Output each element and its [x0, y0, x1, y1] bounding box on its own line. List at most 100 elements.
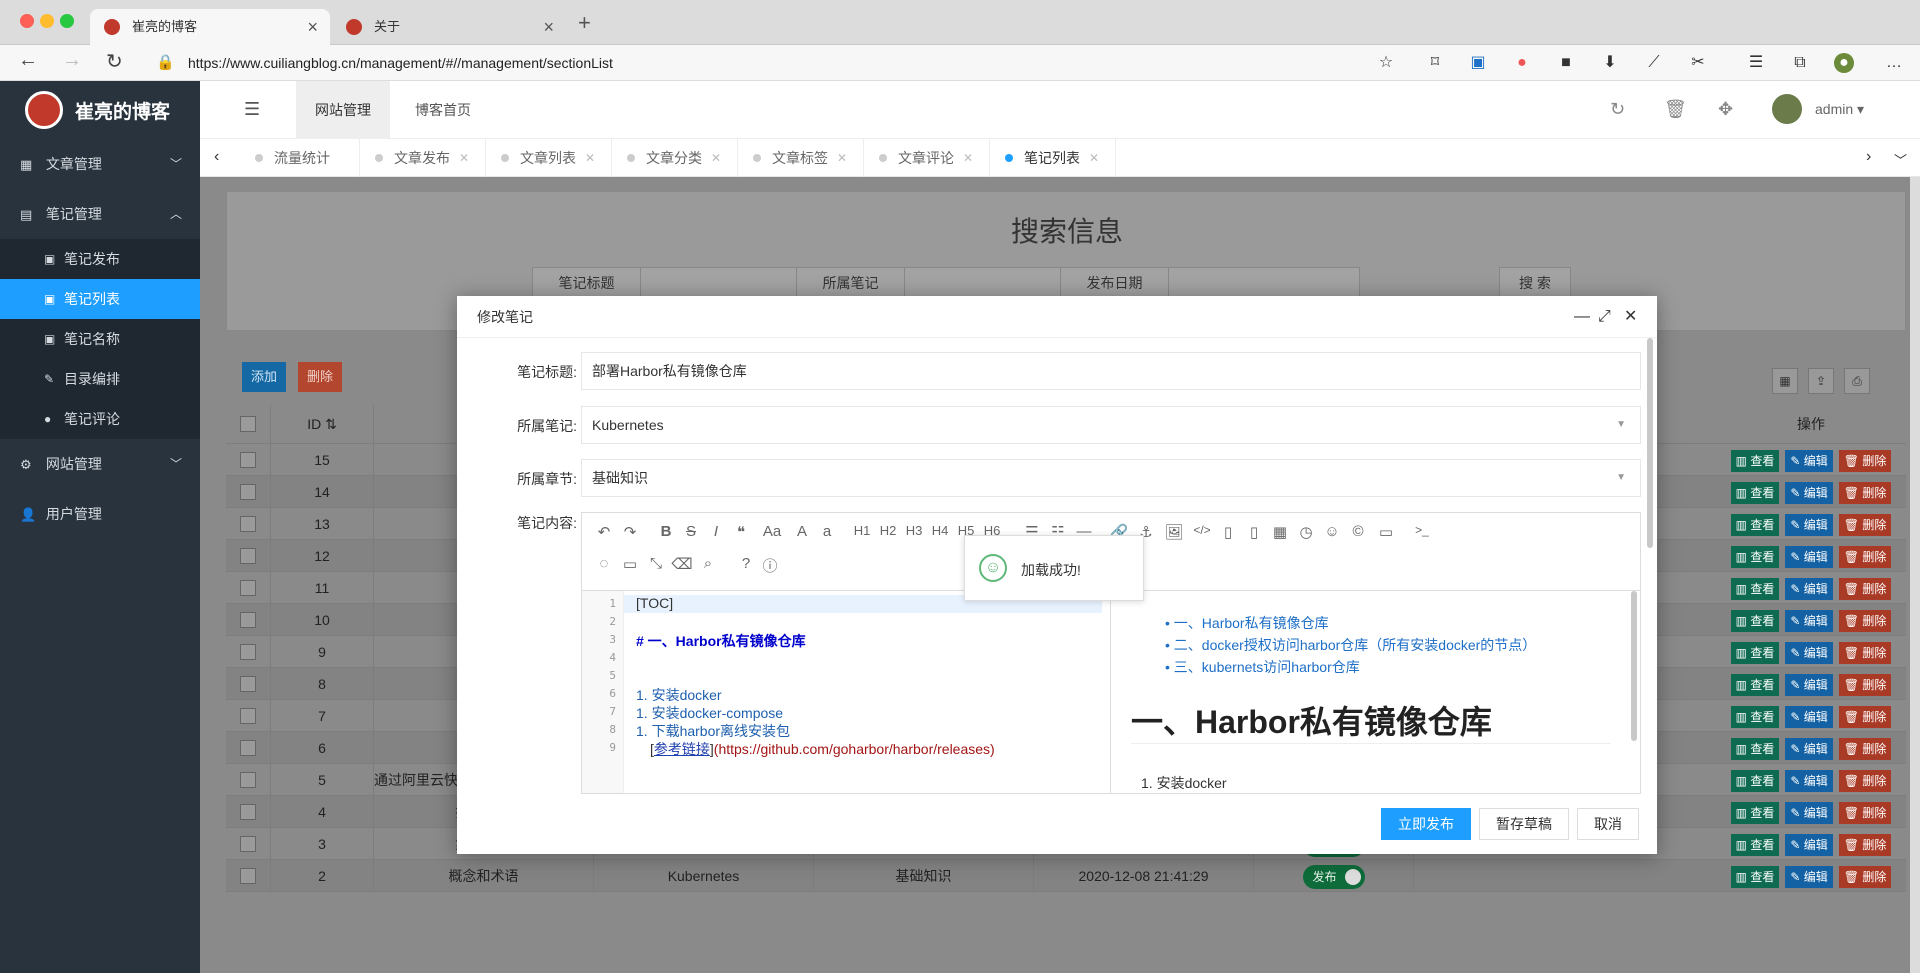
search-field-date[interactable]: 发布日期	[1060, 267, 1360, 299]
sidebar-item-note-name[interactable]: ▣ 笔记名称	[0, 319, 200, 359]
user-name[interactable]: admin ▾	[1815, 101, 1864, 118]
sidebar-item-note-comments[interactable]: ● 笔记评论	[0, 399, 200, 439]
save-draft-button[interactable]: 暂存草稿	[1479, 808, 1569, 840]
close-icon[interactable]: ✕	[585, 139, 595, 177]
chevron-down-icon[interactable]: ﹀	[1894, 150, 1907, 169]
terminal-icon[interactable]: >_	[1410, 523, 1434, 537]
code-icon[interactable]: </>	[1190, 523, 1214, 537]
row-checkbox[interactable]	[240, 708, 256, 724]
edit-button[interactable]: ✎ 编辑	[1785, 482, 1833, 505]
sidebar-item-articles[interactable]: ▦ 文章管理 ﹀	[0, 139, 200, 189]
sidebar-item-users[interactable]: 👤 用户管理	[0, 489, 200, 539]
star-icon[interactable]: ☆	[1376, 53, 1396, 73]
sidebar-item-catalog[interactable]: ✎ 目录编排	[0, 359, 200, 399]
delete-row-button[interactable]: 🗑 删除	[1838, 546, 1892, 569]
view-button[interactable]: ▥ 查看	[1730, 610, 1780, 633]
search-field-note[interactable]: 所属笔记	[796, 267, 1096, 299]
extension-icon[interactable]: ■	[1556, 53, 1576, 73]
maximize-window-button[interactable]	[60, 14, 74, 28]
header-tab-home[interactable]: 博客首页	[396, 81, 490, 139]
delete-row-button[interactable]: 🗑 删除	[1838, 802, 1892, 825]
close-icon[interactable]: ✕	[837, 139, 847, 177]
delete-row-button[interactable]: 🗑 删除	[1838, 482, 1892, 505]
tab-article-comments[interactable]: 文章评论 ✕	[864, 139, 990, 177]
undo-icon[interactable]: ↶	[592, 523, 616, 541]
refresh-icon[interactable]: ↻	[1610, 99, 1625, 120]
row-checkbox[interactable]	[240, 580, 256, 596]
avatar[interactable]	[1772, 94, 1802, 124]
h4-icon[interactable]: H4	[928, 523, 952, 538]
tab-article-publish[interactable]: 文章发布 ✕	[360, 139, 486, 177]
close-icon[interactable]: ✕	[963, 139, 973, 177]
forward-icon[interactable]: →	[62, 49, 82, 72]
close-tab-icon[interactable]: ×	[543, 9, 554, 45]
search-field-title[interactable]: 笔记标题	[532, 267, 832, 299]
minimize-icon[interactable]: —	[1574, 296, 1590, 338]
edit-button[interactable]: ✎ 编辑	[1785, 514, 1833, 537]
row-checkbox[interactable]	[240, 612, 256, 628]
delete-row-button[interactable]: 🗑 删除	[1838, 514, 1892, 537]
favorites-icon[interactable]: ☰	[1746, 53, 1766, 73]
maximize-icon[interactable]: ⤢	[1598, 296, 1611, 338]
watch-icon[interactable]: ◌	[592, 555, 616, 572]
edit-button[interactable]: ✎ 编辑	[1785, 450, 1833, 473]
tab-traffic-stats[interactable]: 流量统计	[240, 139, 360, 177]
extension-icon[interactable]: ▣	[1468, 53, 1488, 73]
delete-row-button[interactable]: 🗑 删除	[1838, 738, 1892, 761]
edit-button[interactable]: ✎ 编辑	[1785, 802, 1833, 825]
delete-row-button[interactable]: 🗑 删除	[1838, 642, 1892, 665]
search-button[interactable]: 搜 索	[1499, 267, 1571, 299]
tab-article-list[interactable]: 文章列表 ✕	[486, 139, 612, 177]
edit-button[interactable]: ✎ 编辑	[1785, 770, 1833, 793]
clear-icon[interactable]: ⌫	[670, 555, 694, 573]
edit-button[interactable]: ✎ 编辑	[1785, 866, 1833, 889]
minimize-window-button[interactable]	[40, 14, 54, 28]
close-tab-icon[interactable]: ×	[307, 9, 318, 45]
chevron-left-icon[interactable]: ‹	[214, 148, 219, 166]
h2-icon[interactable]: H2	[876, 523, 900, 538]
edit-button[interactable]: ✎ 编辑	[1785, 706, 1833, 729]
edit-button[interactable]: ✎ 编辑	[1785, 738, 1833, 761]
delete-row-button[interactable]: 🗑 删除	[1838, 450, 1892, 473]
sidebar-item-note-publish[interactable]: ▣ 笔记发布	[0, 239, 200, 279]
print-icon[interactable]: ⎙	[1844, 368, 1870, 394]
code-block-icon[interactable]: ▯	[1216, 523, 1240, 541]
view-button[interactable]: ▥ 查看	[1730, 770, 1780, 793]
strikethrough-icon[interactable]: S	[679, 523, 703, 540]
edit-button[interactable]: ✎ 编辑	[1785, 834, 1833, 857]
bold-icon[interactable]: B	[654, 523, 678, 540]
delete-button[interactable]: 删除	[298, 362, 342, 392]
reload-icon[interactable]: ↻	[106, 49, 123, 74]
delete-row-button[interactable]: 🗑 删除	[1838, 866, 1892, 889]
note-title-input[interactable]: 部署Harbor私有镜像仓库	[581, 352, 1641, 390]
delete-row-button[interactable]: 🗑 删除	[1838, 770, 1892, 793]
select-all-checkbox[interactable]	[240, 416, 256, 432]
row-checkbox[interactable]	[240, 452, 256, 468]
sidebar-item-site[interactable]: ⚙ 网站管理 ﹀	[0, 439, 200, 489]
close-icon[interactable]: ✕	[1624, 296, 1637, 338]
table-icon[interactable]: ▦	[1268, 523, 1292, 541]
header-tab-site[interactable]: 网站管理	[296, 81, 390, 139]
scissors-icon[interactable]: ✂	[1688, 53, 1708, 73]
preview-scrollbar[interactable]	[1631, 591, 1637, 741]
browser-tab-about[interactable]: 关于 ×	[332, 9, 566, 45]
trash-icon[interactable]: 🗑	[1664, 99, 1687, 120]
search-icon[interactable]: ⌕	[696, 555, 720, 572]
edit-button[interactable]: ✎ 编辑	[1785, 578, 1833, 601]
row-checkbox[interactable]	[240, 772, 256, 788]
chevron-right-icon[interactable]: ›	[1866, 148, 1871, 166]
row-checkbox[interactable]	[240, 644, 256, 660]
edit-button[interactable]: ✎ 编辑	[1785, 610, 1833, 633]
view-button[interactable]: ▥ 查看	[1730, 706, 1780, 729]
note-select[interactable]: Kubernetes ▼	[581, 406, 1641, 444]
extension-icon[interactable]: ⟋	[1644, 53, 1664, 73]
download-icon[interactable]: ⬇	[1600, 53, 1620, 73]
view-button[interactable]: ▥ 查看	[1730, 802, 1780, 825]
row-checkbox[interactable]	[240, 516, 256, 532]
close-icon[interactable]: ✕	[1089, 139, 1099, 177]
page-scrollbar[interactable]	[1910, 177, 1920, 973]
extension-icon[interactable]: ●	[1512, 53, 1532, 73]
row-checkbox[interactable]	[240, 804, 256, 820]
close-icon[interactable]: ✕	[711, 139, 721, 177]
delete-row-button[interactable]: 🗑 删除	[1838, 610, 1892, 633]
